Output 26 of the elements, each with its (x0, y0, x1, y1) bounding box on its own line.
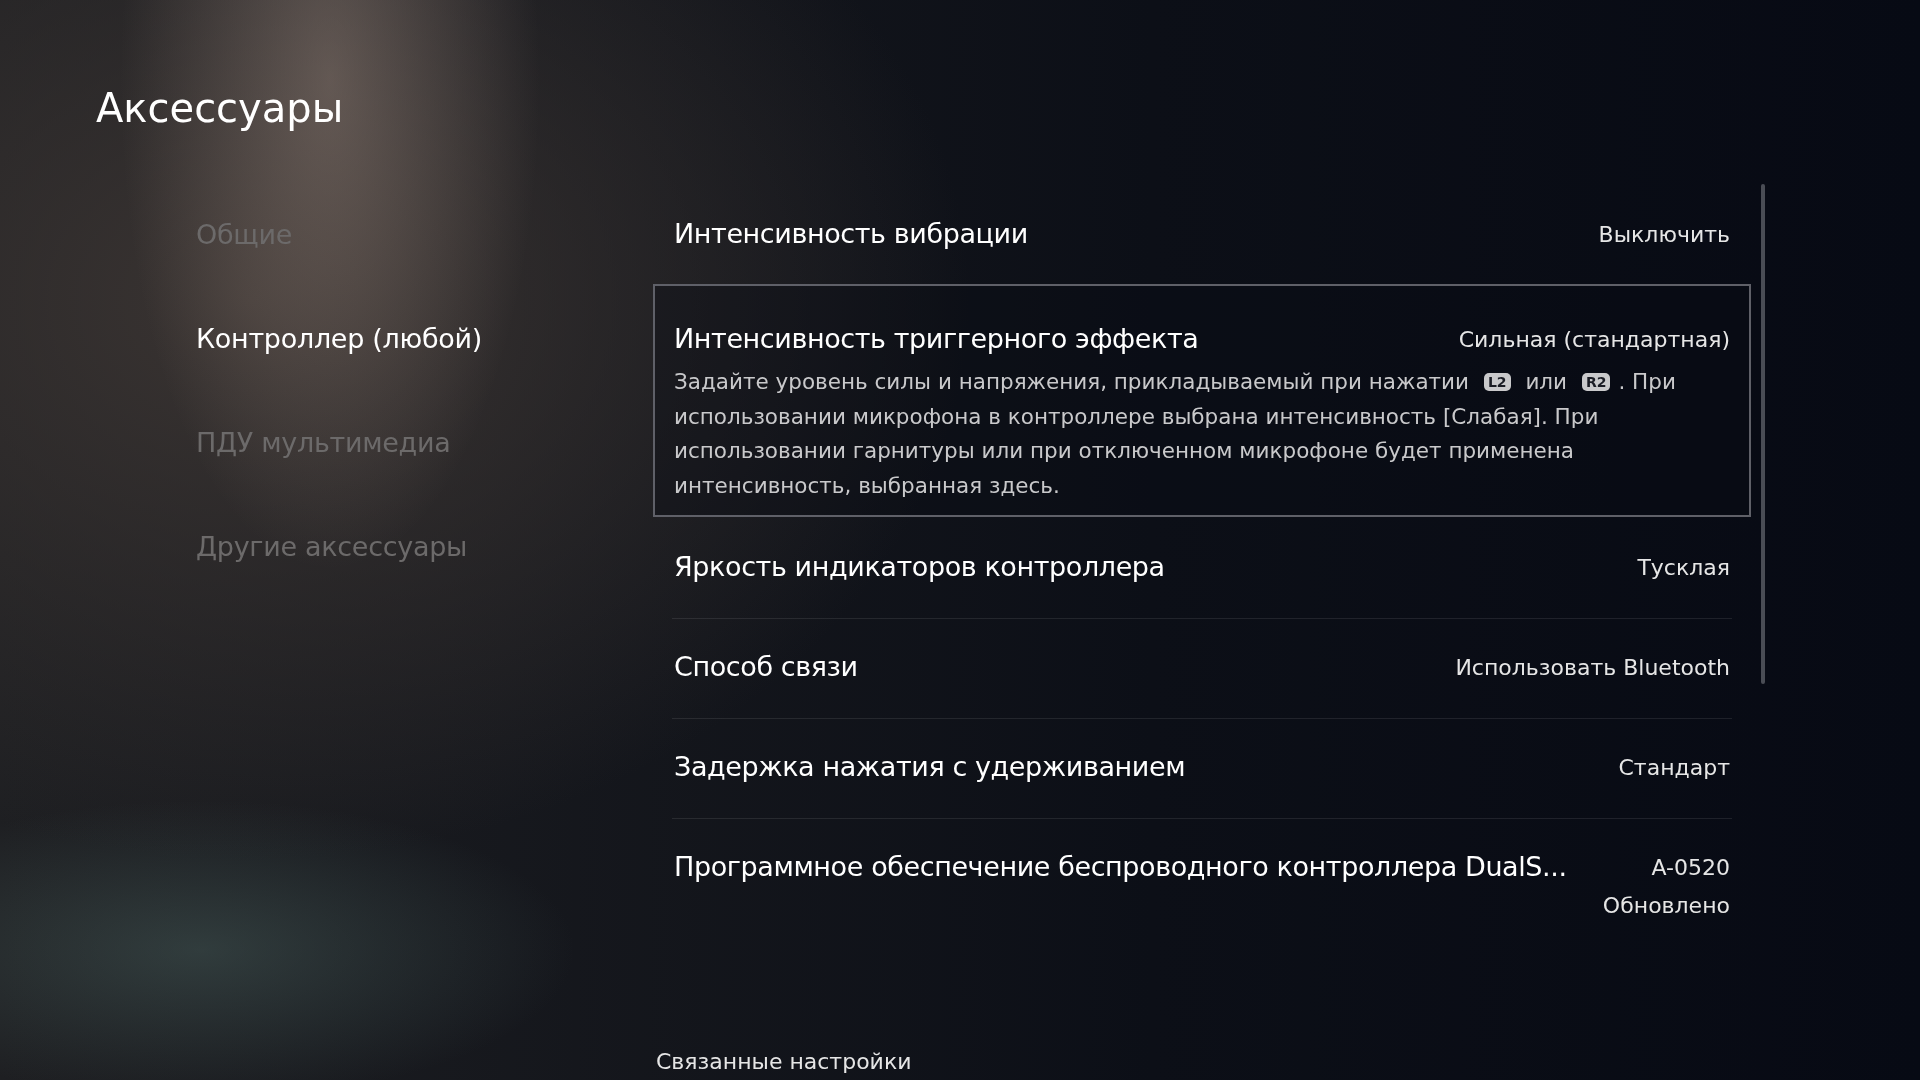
related-settings-link[interactable]: Связанные настройки (656, 1046, 912, 1078)
controller-key: R2 (1581, 373, 1611, 391)
controller-key: L2 (1483, 373, 1511, 391)
setting-title: Яркость индикаторов контроллера (674, 550, 1165, 584)
settings-row[interactable]: Способ связи Использовать Bluetooth (653, 617, 1751, 717)
setting-value: Обновлено (1602, 892, 1730, 920)
setting-title: Программное обеспечение беспроводного контроллера DualS... (674, 850, 1567, 884)
setting-value: Использовать Bluetooth (1455, 654, 1730, 682)
setting-value: Сильная (стандартная) (1458, 326, 1730, 354)
settings-row[interactable]: Яркость индикаторов контроллера Тусклая (653, 517, 1751, 617)
setting-value: Тусклая (1637, 554, 1730, 582)
setting-title: Задержка нажатия с удерживанием (674, 750, 1186, 784)
page-title: Аксессуары (96, 84, 344, 133)
setting-title: Способ связи (674, 650, 858, 684)
setting-value: Стандарт (1618, 754, 1730, 782)
settings-row[interactable] (653, 284, 1751, 517)
sidebar-item[interactable]: Контроллер (любой) (196, 318, 482, 360)
scrollbar[interactable] (1761, 184, 1765, 684)
setting-title: Интенсивность вибрации (674, 217, 1028, 251)
setting-value: A-0520 (1651, 854, 1730, 882)
settings-row[interactable]: Задержка нажатия с удерживанием Стандарт (653, 717, 1751, 817)
settings-row[interactable]: Интенсивность вибрации Выключить (653, 184, 1751, 284)
setting-value: Выключить (1598, 221, 1730, 249)
settings-row[interactable]: Программное обеспечение беспроводного контроллера DualS... A-0520 Обновлено (653, 817, 1751, 949)
setting-description: Задайте уровень силы и напряжения, прикладываемый при нажатии L2 или R2 . При использовании микрофона в контроллере выбрана интенсивность [Слабая]. При использовании гарнитуры или при отключенном микрофоне будет применена интенсивность, выбранная здесь. (674, 368, 1677, 500)
setting-title: Интенсивность триггерного эффекта (674, 322, 1199, 356)
